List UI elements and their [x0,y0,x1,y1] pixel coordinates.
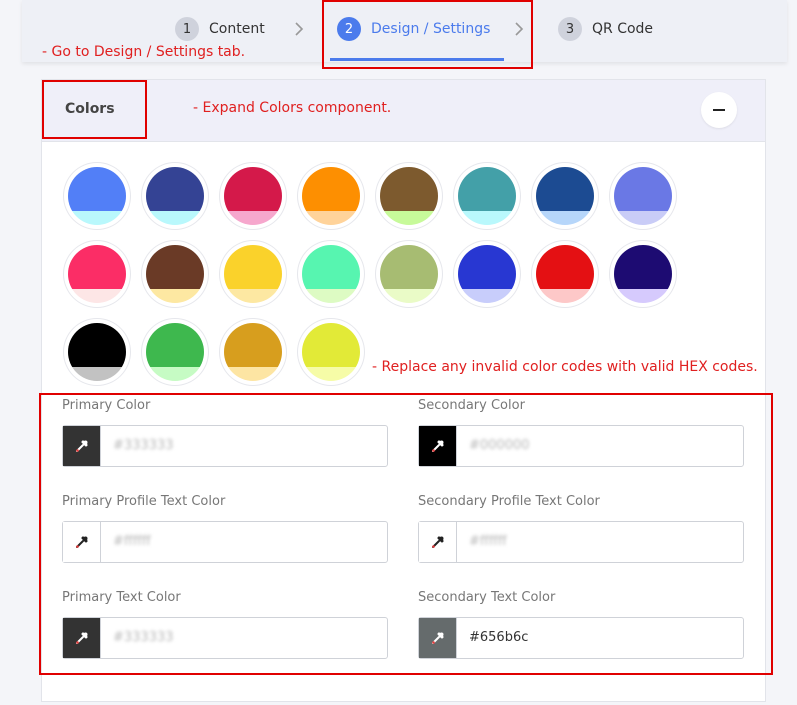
color-swatch-fill [146,167,204,225]
step-label: Content [209,21,265,37]
color-picker-button[interactable] [63,522,101,562]
color-swatch-fill [458,167,516,225]
color-swatch[interactable] [64,319,130,385]
color-input[interactable]: #333333 [62,617,388,659]
chevron-right-icon [293,20,305,38]
color-swatch[interactable] [454,163,520,229]
color-swatch[interactable] [298,319,364,385]
color-swatch-fill [224,323,282,381]
color-swatch-fill [224,245,282,303]
field-label: Secondary Text Color [418,590,556,605]
highlight-box-colors [42,80,147,139]
colors-panel-header[interactable]: Colors [42,80,765,142]
field-label: Secondary Color [418,398,525,413]
color-hex-value: #333333 [113,630,174,645]
color-picker-button[interactable] [419,618,457,658]
color-hex-value: #656b6c [469,630,529,645]
field-label: Primary Color [62,398,151,413]
color-input[interactable]: #656b6c [418,617,744,659]
color-swatch[interactable] [532,241,598,307]
color-swatch-fill [458,245,516,303]
color-picker-button[interactable] [419,426,457,466]
collapse-button[interactable] [701,92,737,128]
color-swatch-fill [302,167,360,225]
color-swatch[interactable] [64,241,130,307]
color-input[interactable]: #ffffff [62,521,388,563]
highlight-box-design-tab [322,0,533,69]
color-picker-button[interactable] [419,522,457,562]
color-input[interactable]: #ffffff [418,521,744,563]
step-qr-code[interactable]: 3 QR Code [558,17,653,41]
annotation-expand-colors: - Expand Colors component. [193,100,392,116]
color-input[interactable]: #000000 [418,425,744,467]
color-swatch[interactable] [376,163,442,229]
color-hex-value: #333333 [113,438,174,453]
color-swatch-fill [614,245,672,303]
field-label: Secondary Profile Text Color [418,494,600,509]
color-swatch[interactable] [610,163,676,229]
color-swatch-fill [536,245,594,303]
color-swatch[interactable] [64,163,130,229]
color-hex-value: #000000 [469,438,530,453]
color-swatch[interactable] [220,163,286,229]
color-swatch-fill [224,167,282,225]
color-swatch-fill [614,167,672,225]
color-swatch[interactable] [298,241,364,307]
annotation-goto-tab: - Go to Design / Settings tab. [42,44,246,60]
color-swatch-fill [146,245,204,303]
eyedropper-icon [431,536,443,548]
step-number: 3 [558,17,582,41]
color-swatch-fill [68,323,126,381]
color-swatch[interactable] [220,241,286,307]
color-swatch-fill [146,323,204,381]
color-swatch[interactable] [142,319,208,385]
color-picker-button[interactable] [63,426,101,466]
step-number: 1 [175,17,199,41]
color-swatch-fill [302,245,360,303]
color-swatch-fill [380,167,438,225]
step-label: QR Code [592,21,654,37]
color-swatch[interactable] [610,241,676,307]
minus-icon [713,109,725,111]
color-swatch[interactable] [454,241,520,307]
color-swatch-fill [536,167,594,225]
eyedropper-icon [75,536,87,548]
eyedropper-icon [431,440,443,452]
color-swatch[interactable] [376,241,442,307]
eyedropper-icon [431,632,443,644]
color-swatch[interactable] [220,319,286,385]
color-input[interactable]: #333333 [62,425,388,467]
annotation-replace-codes: - Replace any invalid color codes with v… [372,359,758,375]
color-hex-value: #ffffff [113,534,151,549]
color-swatch[interactable] [298,163,364,229]
color-picker-button[interactable] [63,618,101,658]
color-swatch[interactable] [142,241,208,307]
color-swatch[interactable] [142,163,208,229]
color-swatch-fill [380,245,438,303]
color-swatch[interactable] [532,163,598,229]
eyedropper-icon [75,440,87,452]
color-swatch-fill [302,323,360,381]
step-content[interactable]: 1 Content [175,17,265,41]
color-swatch-fill [68,167,126,225]
field-label: Primary Text Color [62,590,181,605]
color-swatch-fill [68,245,126,303]
field-label: Primary Profile Text Color [62,494,226,509]
eyedropper-icon [75,632,87,644]
color-hex-value: #ffffff [469,534,507,549]
